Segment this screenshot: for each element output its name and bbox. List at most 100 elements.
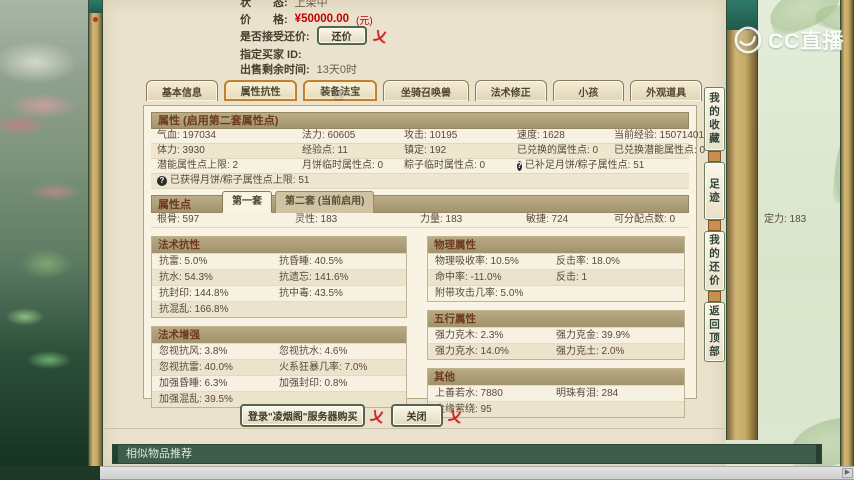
panel-row: 强力克水: 14.0% 强力克土: 2.0% <box>428 343 684 359</box>
sidebar-item-my-counter-offer[interactable]: 我的还价 <box>704 231 725 291</box>
panel-five-elements: 五行属性强力克木: 2.3% 强力克金: 39.9% 强力克水: 14.0% 强力克土… <box>427 310 685 360</box>
stat-cell: 忽视抗雷: 40.0% <box>159 362 233 373</box>
stat-cell: 抗昏睡: 40.5% <box>279 256 343 267</box>
stat-cell: 强力克水: 14.0% <box>435 346 509 357</box>
panel-header-five-elements: 五行属性 <box>428 311 684 327</box>
tab-attribute-resist[interactable]: 属性抗性 <box>223 80 298 101</box>
tab-child[interactable]: 小孩 <box>552 80 625 101</box>
price-value: ¥50000.00 <box>294 13 350 25</box>
stat-panels-right-column: 物理属性 物理吸收率: 10.5% 反击率: 18.0% 命中率: -11.0% 反击:… <box>427 236 685 426</box>
stat-text: 已兑换潜能属性点: 0 <box>614 145 706 156</box>
floating-side-menu: 我的收藏足迹我的还价返回顶部 <box>704 87 725 362</box>
stat-text: 已兑换的属性点: 0 <box>517 145 599 156</box>
sidebar-connector <box>708 151 721 162</box>
attributes-header: 属性 (启用第二套属性点) <box>151 112 689 129</box>
panel-header-physical: 物理属性 <box>428 237 684 253</box>
points-set-tab-2[interactable]: 第二套 (当前启用) <box>275 191 375 213</box>
window-frame-left <box>88 0 103 466</box>
similar-items-bar: 相似物品推荐 <box>112 444 822 464</box>
bargain-row: 是否接受还价: 还价 乂 <box>240 26 388 45</box>
red-stamp-icon: 乂 <box>369 407 386 426</box>
cc-live-logo-icon <box>734 26 762 54</box>
stat-text: 潜能属性点上限: 2 <box>157 160 239 171</box>
tab-appearance-item[interactable]: 外观道具 <box>630 80 702 101</box>
panel-row: 忽视抗风: 3.8% 忽视抗水: 4.6% <box>152 343 406 359</box>
stat-cell: 抗水: 54.3% <box>159 272 213 283</box>
login-server-buy-button[interactable]: 登录"凌烟阁"服务器购买 <box>240 404 366 427</box>
stat-cell: 法力: 60605 <box>302 129 404 143</box>
scroll-right-arrow-icon[interactable]: ▶ <box>842 468 853 478</box>
stat-cell: 反击: 1 <box>556 272 588 283</box>
red-stamp-icon: 乂 <box>446 407 463 426</box>
attribute-row: 体力: 3930 经验点: 11 镇定: 192 已兑换的属性点: 0 已兑换潜能属性点… <box>151 144 705 159</box>
attributes-card: 属性 (启用第二套属性点) 气血: 197034 法力: 60605 攻击: 101… <box>143 105 806 418</box>
stat-cell: 附带攻击几率: 5.0% <box>435 288 524 299</box>
tab-bar: 基本信息 属性抗性 装备法宝 坐骑召唤兽 法术修正 小孩 外观道具 <box>146 80 702 101</box>
stat-cell: 抗遗忘: 141.6% <box>279 272 349 283</box>
sidebar-connector <box>708 220 721 231</box>
question-icon: ? <box>157 176 167 186</box>
stat-cell: 上善若水: 7880 <box>435 388 503 399</box>
stat-text: 体力: 3930 <box>157 145 205 156</box>
similar-items-title: 相似物品推荐 <box>126 448 192 460</box>
stat-text: 已补足月饼/粽子属性点: 51 <box>524 160 645 171</box>
stat-cell: 强力克金: 39.9% <box>556 330 630 341</box>
footer-buttons: 登录"凌烟阁"服务器购买 乂 关闭 乂 <box>240 404 463 427</box>
panel-row: 加强昏睡: 6.3% 加强封印: 0.8% <box>152 375 406 391</box>
stat-cell: 攻击: 10195 <box>404 129 517 143</box>
sidebar-item-my-favorites[interactable]: 我的收藏 <box>704 87 725 151</box>
status-value: 上架中 <box>294 0 328 9</box>
stat-text: 当前经验: 150714017 <box>614 130 710 141</box>
panel-header-magic-enhance: 法术增强 <box>152 327 406 343</box>
stat-cell: 经验点: 11 <box>302 144 404 158</box>
panel-header-magic-resist: 法术抗性 <box>152 237 406 253</box>
stat-cell <box>279 302 399 317</box>
points-set-tab-1[interactable]: 第一套 <box>222 191 272 213</box>
stat-cell: 力量: 183 <box>420 213 526 227</box>
stat-cell <box>556 286 677 301</box>
attribute-row: ? 已获得月饼/粽子属性点上限: 51 <box>151 174 689 189</box>
window-frame-right <box>840 0 854 466</box>
stat-cell: 忽视抗风: 3.8% <box>159 346 228 357</box>
tab-mount-summon[interactable]: 坐骑召唤兽 <box>383 80 469 101</box>
stat-text: 经验点: 11 <box>302 145 348 156</box>
bargain-button[interactable]: 还价 <box>316 26 367 45</box>
stat-cell: 强力克木: 2.3% <box>435 330 504 341</box>
stat-cell: 粽子临时属性点: 0 <box>404 159 517 173</box>
stat-text: 法力: 60605 <box>302 130 356 141</box>
tab-skill-correction[interactable]: 法术修正 <box>474 80 547 101</box>
attribute-points-title: 属性点 <box>158 199 191 211</box>
attribute-points-tabbar: 第一套 第二套 (当前启用) <box>222 191 375 213</box>
sidebar-item-footprints[interactable]: 足迹 <box>704 162 725 220</box>
stat-cell: 敏捷: 724 <box>526 213 614 227</box>
status-row: 状 态: 上架中 <box>240 0 328 10</box>
remaining-time-label: 出售剩余时间: <box>240 64 310 76</box>
mouse-cursor-hand-icon: ☝ <box>334 86 344 103</box>
buyer-id-label: 指定买家 ID: <box>240 49 302 61</box>
panel-row: 抗混乱: 166.8% <box>152 301 406 317</box>
stat-cell: 抗雷: 5.0% <box>159 256 208 267</box>
attribute-row: 气血: 197034 法力: 60605 攻击: 10195 速度: 1628 当前经验… <box>151 129 710 144</box>
stat-cell: 反击率: 18.0% <box>556 256 620 267</box>
price-label: 价 格: <box>240 14 288 26</box>
tab-basic-info[interactable]: 基本信息 <box>146 80 218 101</box>
sidebar-item-back-to-top[interactable]: 返回顶部 <box>704 302 725 362</box>
stat-cell: 抗混乱: 166.8% <box>159 304 229 315</box>
stat-panels: 法术抗性抗雷: 5.0% 抗昏睡: 40.5% 抗水: 54.3% 抗遗忘: 141.… <box>151 236 689 426</box>
horizontal-scrollbar[interactable]: ▶ <box>100 466 854 480</box>
attribute-row: 潜能属性点上限: 2 月饼临时属性点: 0 粽子临时属性点: 0? 已补足月饼/粽子属… <box>151 159 689 174</box>
stat-text: 力量: 183 <box>420 214 463 225</box>
panel-row: 强力克木: 2.3% 强力克金: 39.9% <box>428 327 684 343</box>
stat-cell: 已兑换的属性点: 0 <box>517 144 614 158</box>
stat-panels-left-column: 法术抗性抗雷: 5.0% 抗昏睡: 40.5% 抗水: 54.3% 抗遗忘: 141.… <box>151 236 407 426</box>
stat-cell: 加强封印: 0.8% <box>279 378 348 389</box>
game-world-background <box>0 0 89 480</box>
stat-cell: 月饼临时属性点: 0 <box>302 159 404 173</box>
stat-text: 可分配点数: 0 <box>614 214 676 225</box>
stat-text: 根骨: 597 <box>157 214 200 225</box>
panel-row: 抗封印: 144.8% 抗中毒: 43.5% <box>152 285 406 301</box>
stat-cell: 抗中毒: 43.5% <box>279 288 343 299</box>
close-button[interactable]: 关闭 <box>390 404 443 427</box>
stat-cell: 当前经验: 150714017 <box>614 129 710 143</box>
stat-cell: 根骨: 597 <box>157 213 295 227</box>
